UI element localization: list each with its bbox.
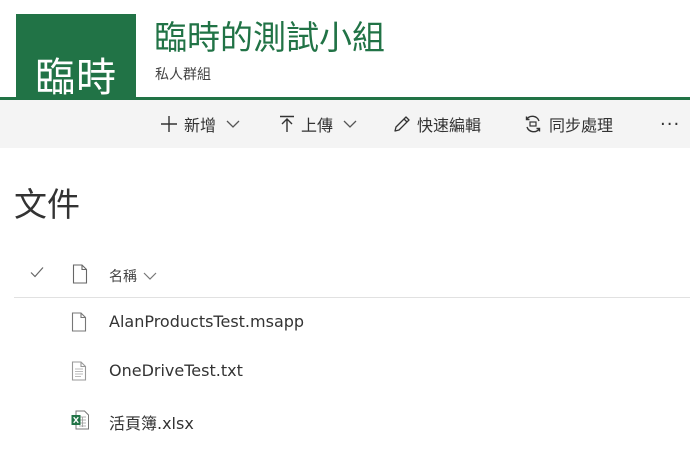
site-logo-text: 臨時 xyxy=(35,54,117,101)
plus-icon xyxy=(161,116,177,132)
list-header: 名稱 xyxy=(14,252,690,298)
command-bar: 新增 上傳 快速編輯 同步處理 ··· xyxy=(0,100,690,148)
more-options-button[interactable]: ··· xyxy=(660,100,680,148)
file-type-icon xyxy=(72,264,88,284)
quick-edit-button-label: 快速編輯 xyxy=(417,116,482,135)
chevron-down-icon xyxy=(143,272,157,280)
excel-file-icon xyxy=(71,410,89,430)
chevron-down-icon xyxy=(226,120,240,128)
list-item[interactable]: AlanProductsTest.msapp xyxy=(14,298,690,347)
sync-icon xyxy=(525,115,541,133)
pencil-icon xyxy=(394,116,410,132)
site-subtitle: 私人群組 xyxy=(155,67,211,83)
file-name[interactable]: AlanProductsTest.msapp xyxy=(109,312,304,331)
text-file-icon xyxy=(71,361,87,381)
list-item[interactable]: OneDriveTest.txt xyxy=(14,347,690,396)
upload-icon xyxy=(280,115,294,132)
new-button[interactable]: 新增 xyxy=(160,100,240,148)
name-column-header[interactable]: 名稱 xyxy=(109,266,157,286)
new-button-label: 新增 xyxy=(184,116,217,135)
name-column-label: 名稱 xyxy=(109,269,137,285)
sync-button-label: 同步處理 xyxy=(549,116,614,135)
page-title: 文件 xyxy=(14,185,80,224)
more-options-icon: ··· xyxy=(660,113,681,135)
file-name[interactable]: OneDriveTest.txt xyxy=(109,361,243,380)
site-title[interactable]: 臨時的測試小組 xyxy=(154,16,385,60)
quick-edit-button[interactable]: 快速編輯 xyxy=(393,100,481,148)
upload-button[interactable]: 上傳 xyxy=(279,100,357,148)
sync-button[interactable]: 同步處理 xyxy=(523,100,613,148)
chevron-down-icon xyxy=(343,120,357,128)
document-list: 名稱 AlanProductsTest.msapp OneDriveTest.t… xyxy=(14,252,690,445)
list-item[interactable]: 活頁簿.xlsx xyxy=(14,396,690,445)
file-name[interactable]: 活頁簿.xlsx xyxy=(109,410,194,434)
upload-button-label: 上傳 xyxy=(301,116,334,135)
select-all-checkmark-icon[interactable] xyxy=(30,266,44,278)
generic-file-icon xyxy=(71,312,87,332)
